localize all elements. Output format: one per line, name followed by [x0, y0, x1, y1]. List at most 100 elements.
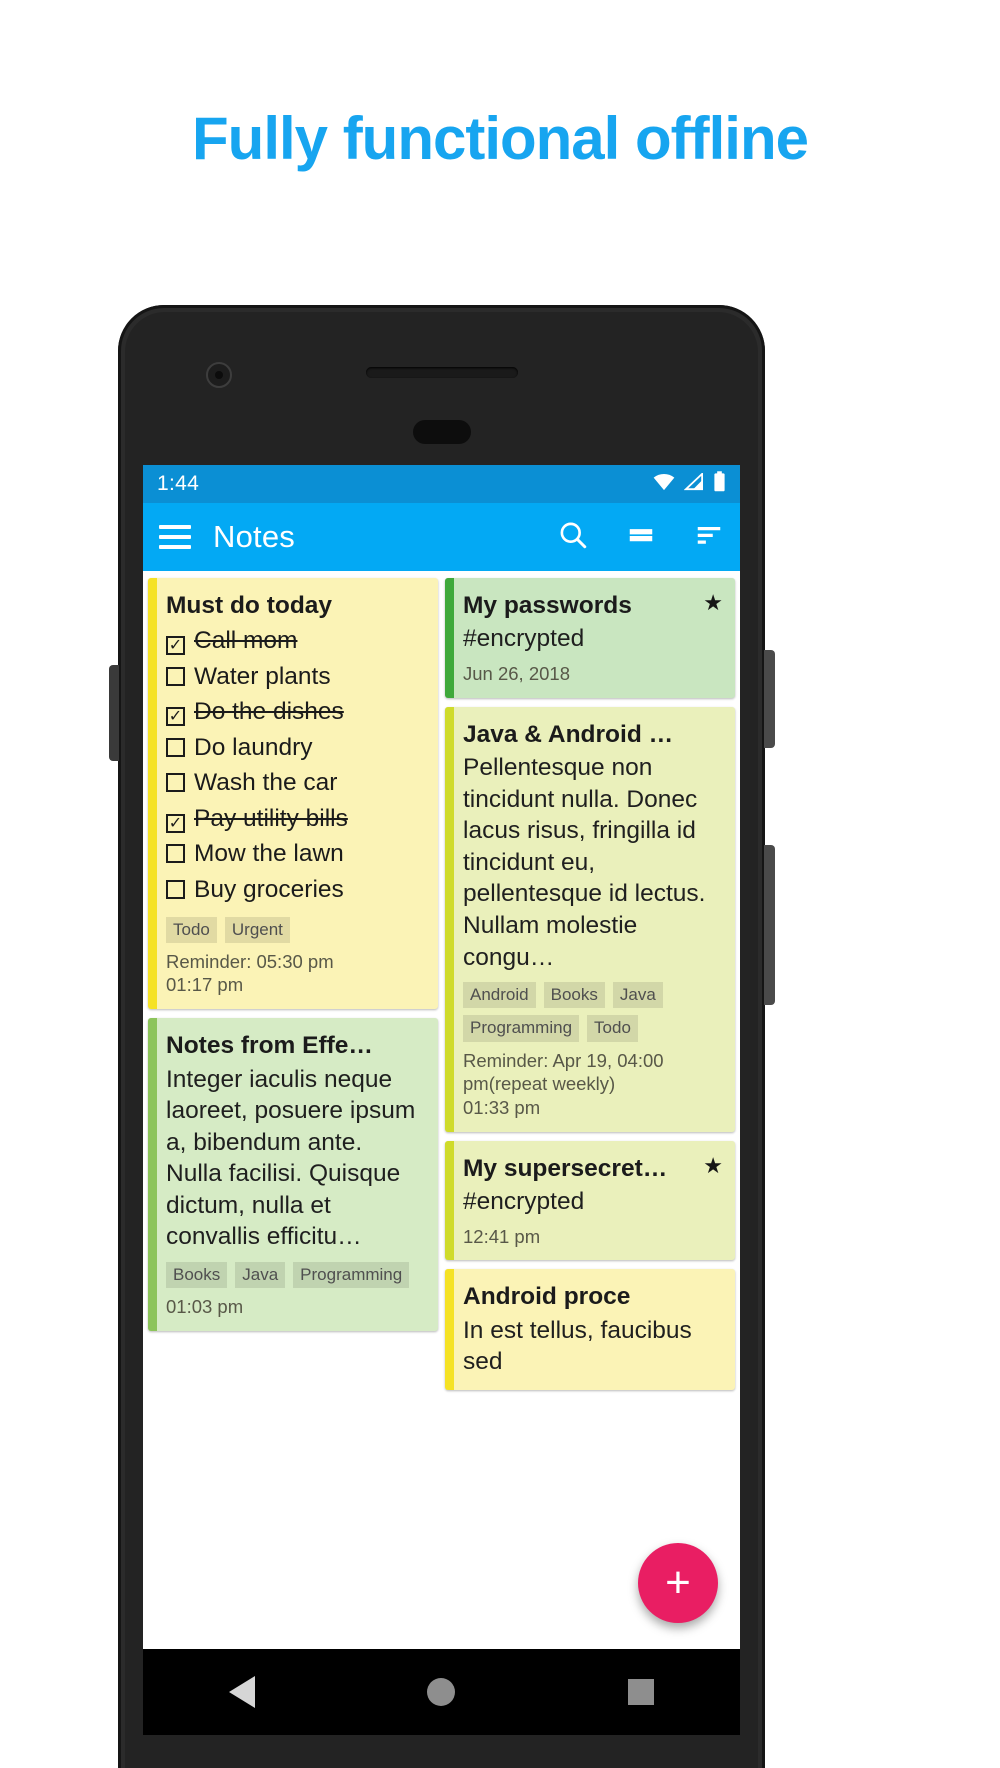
notes-grid: Must do today ✓ Call mom Water plants ✓ Do… [143, 571, 740, 1649]
page-headline: Fully functional offline [192, 105, 809, 172]
note-card-android-proce[interactable]: Android proce In est tellus, faucibus se… [445, 1269, 735, 1390]
tag[interactable]: Java [235, 1262, 286, 1289]
note-accent-bar [148, 578, 157, 1010]
note-timestamp: 12:41 pm [463, 1225, 541, 1247]
tag[interactable]: Programming [293, 1262, 410, 1289]
note-card-must-do-today[interactable]: Must do today ✓ Call mom Water plants ✓ Do… [148, 578, 438, 1010]
note-date: Jun 26, 2018 [463, 662, 570, 684]
checklist-item[interactable]: ✓ Do the dishes [166, 694, 424, 730]
tag[interactable]: Todo [166, 916, 217, 943]
checkbox-icon[interactable] [166, 880, 185, 899]
recents-icon[interactable] [627, 1679, 654, 1705]
status-bar: 1:44 [143, 465, 740, 503]
checklist-item[interactable]: Do laundry [166, 730, 424, 766]
plus-icon: + [665, 1558, 691, 1607]
power-button [764, 650, 775, 748]
note-accent-bar [445, 578, 454, 698]
note-body: Integer iaculis neque laoreet, posuere i… [166, 1065, 416, 1251]
note-card-my-passwords[interactable]: ★ My passwords #encrypted Jun 26, 2018 [445, 578, 735, 698]
front-camera-icon [206, 362, 232, 388]
star-icon[interactable]: ★ [703, 1153, 723, 1179]
status-icons [653, 471, 726, 497]
tag[interactable]: Books [166, 1262, 228, 1289]
checklist-label: Pay utility bills [194, 804, 348, 832]
app-bar-title: Notes [213, 519, 295, 554]
tag[interactable]: Books [543, 982, 605, 1009]
volume-button [109, 665, 119, 761]
note-tags: Android Books Java Programming Todo [463, 982, 721, 1042]
note-reminder: Reminder: Apr 19, 04:00 pm(repeat weekly… [463, 1049, 664, 1095]
app-bar-actions [558, 520, 724, 555]
checklist-label: Do the dishes [194, 698, 344, 726]
note-timestamp: 01:03 pm [166, 1296, 244, 1318]
app-bar: Notes [143, 503, 740, 571]
tag[interactable]: Java [612, 982, 663, 1009]
checklist-item[interactable]: Wash the car [166, 765, 424, 801]
note-card-my-supersecret[interactable]: ★ My supersecret… #encrypted 12:41 pm [445, 1140, 735, 1261]
note-body: #encrypted [463, 625, 585, 653]
note-card-java-android[interactable]: Java & Android … Pellentesque non tincid… [445, 706, 735, 1132]
hamburger-menu-icon[interactable] [159, 525, 191, 549]
checklist-label: Call mom [194, 627, 298, 655]
checklist-label: Water plants [194, 662, 331, 690]
checkbox-icon[interactable] [166, 737, 185, 757]
fingerprint-sensor [412, 420, 471, 444]
checklist-label: Do laundry [194, 733, 313, 761]
checkbox-checked-icon[interactable]: ✓ [166, 813, 185, 833]
note-accent-bar [445, 1269, 454, 1390]
checklist-label: Buy groceries [194, 876, 344, 903]
checklist-item[interactable]: Mow the lawn [166, 836, 424, 872]
tag[interactable]: Programming [463, 1015, 580, 1042]
phone-screen: 1:44 Notes Must do today ✓ Call mom Wate… [143, 465, 740, 1649]
note-body: In est tellus, faucibus sed [463, 1316, 692, 1376]
phone-device-frame: 1:44 Notes Must do today ✓ Call mom Wate… [109, 305, 775, 1768]
earpiece-speaker [365, 367, 518, 378]
battery-icon [713, 471, 726, 497]
android-navigation-bar [143, 1649, 740, 1735]
note-timestamp: 01:17 pm [166, 974, 244, 996]
checklist-item[interactable]: ✓ Pay utility bills [166, 801, 424, 837]
note-title: My passwords [463, 592, 632, 619]
sort-icon[interactable] [694, 520, 724, 555]
back-icon[interactable] [229, 1676, 256, 1708]
layout-toggle-icon[interactable] [626, 520, 656, 555]
checkbox-checked-icon[interactable]: ✓ [166, 636, 185, 656]
note-title: Must do today [166, 592, 333, 619]
note-accent-bar [445, 1140, 454, 1261]
checkbox-icon[interactable] [166, 844, 185, 864]
note-tags: Todo Urgent [166, 916, 424, 943]
checklist-item[interactable]: Water plants [166, 659, 424, 695]
note-body: Pellentesque non tincidunt nulla. Donec … [463, 754, 706, 971]
note-reminder: Reminder: 05:30 pm [166, 950, 334, 972]
checklist-item[interactable]: Buy groceries [166, 872, 424, 908]
notes-column-right: ★ My passwords #encrypted Jun 26, 2018 J… [445, 578, 735, 1649]
signal-icon [683, 471, 704, 496]
note-checklist: ✓ Call mom Water plants ✓ Do the dishes Do… [166, 623, 424, 907]
note-accent-bar [445, 706, 454, 1132]
home-icon[interactable] [427, 1678, 456, 1706]
wifi-icon [653, 473, 675, 496]
notes-column-left: Must do today ✓ Call mom Water plants ✓ Do… [148, 578, 438, 1649]
star-icon[interactable]: ★ [703, 590, 723, 616]
checklist-item[interactable]: ✓ Call mom [166, 623, 424, 659]
checklist-label: Mow the lawn [194, 840, 344, 868]
note-timestamp: 01:33 pm [463, 1097, 541, 1119]
tag[interactable]: Todo [587, 1015, 638, 1042]
volume-rocker [764, 845, 775, 1005]
note-body: #encrypted [463, 1188, 585, 1216]
note-card-notes-from-effe[interactable]: Notes from Effe… Integer iaculis neque l… [148, 1018, 438, 1331]
checkbox-icon[interactable] [166, 773, 185, 793]
tag[interactable]: Android [463, 982, 536, 1009]
screenshot-root: Fully functional offline 1:44 Notes Must… [0, 0, 1000, 1768]
checklist-label: Wash the car [194, 769, 338, 797]
checkbox-checked-icon[interactable]: ✓ [166, 707, 185, 727]
tag[interactable]: Urgent [224, 916, 290, 943]
note-tags: Books Java Programming [166, 1262, 424, 1289]
add-note-button[interactable]: + [638, 1543, 718, 1623]
search-icon[interactable] [558, 520, 588, 555]
note-title: Java & Android … [463, 720, 674, 748]
note-accent-bar [148, 1018, 157, 1331]
note-title: Android proce [463, 1283, 631, 1311]
checkbox-icon[interactable] [166, 666, 185, 686]
status-time: 1:44 [157, 472, 200, 495]
